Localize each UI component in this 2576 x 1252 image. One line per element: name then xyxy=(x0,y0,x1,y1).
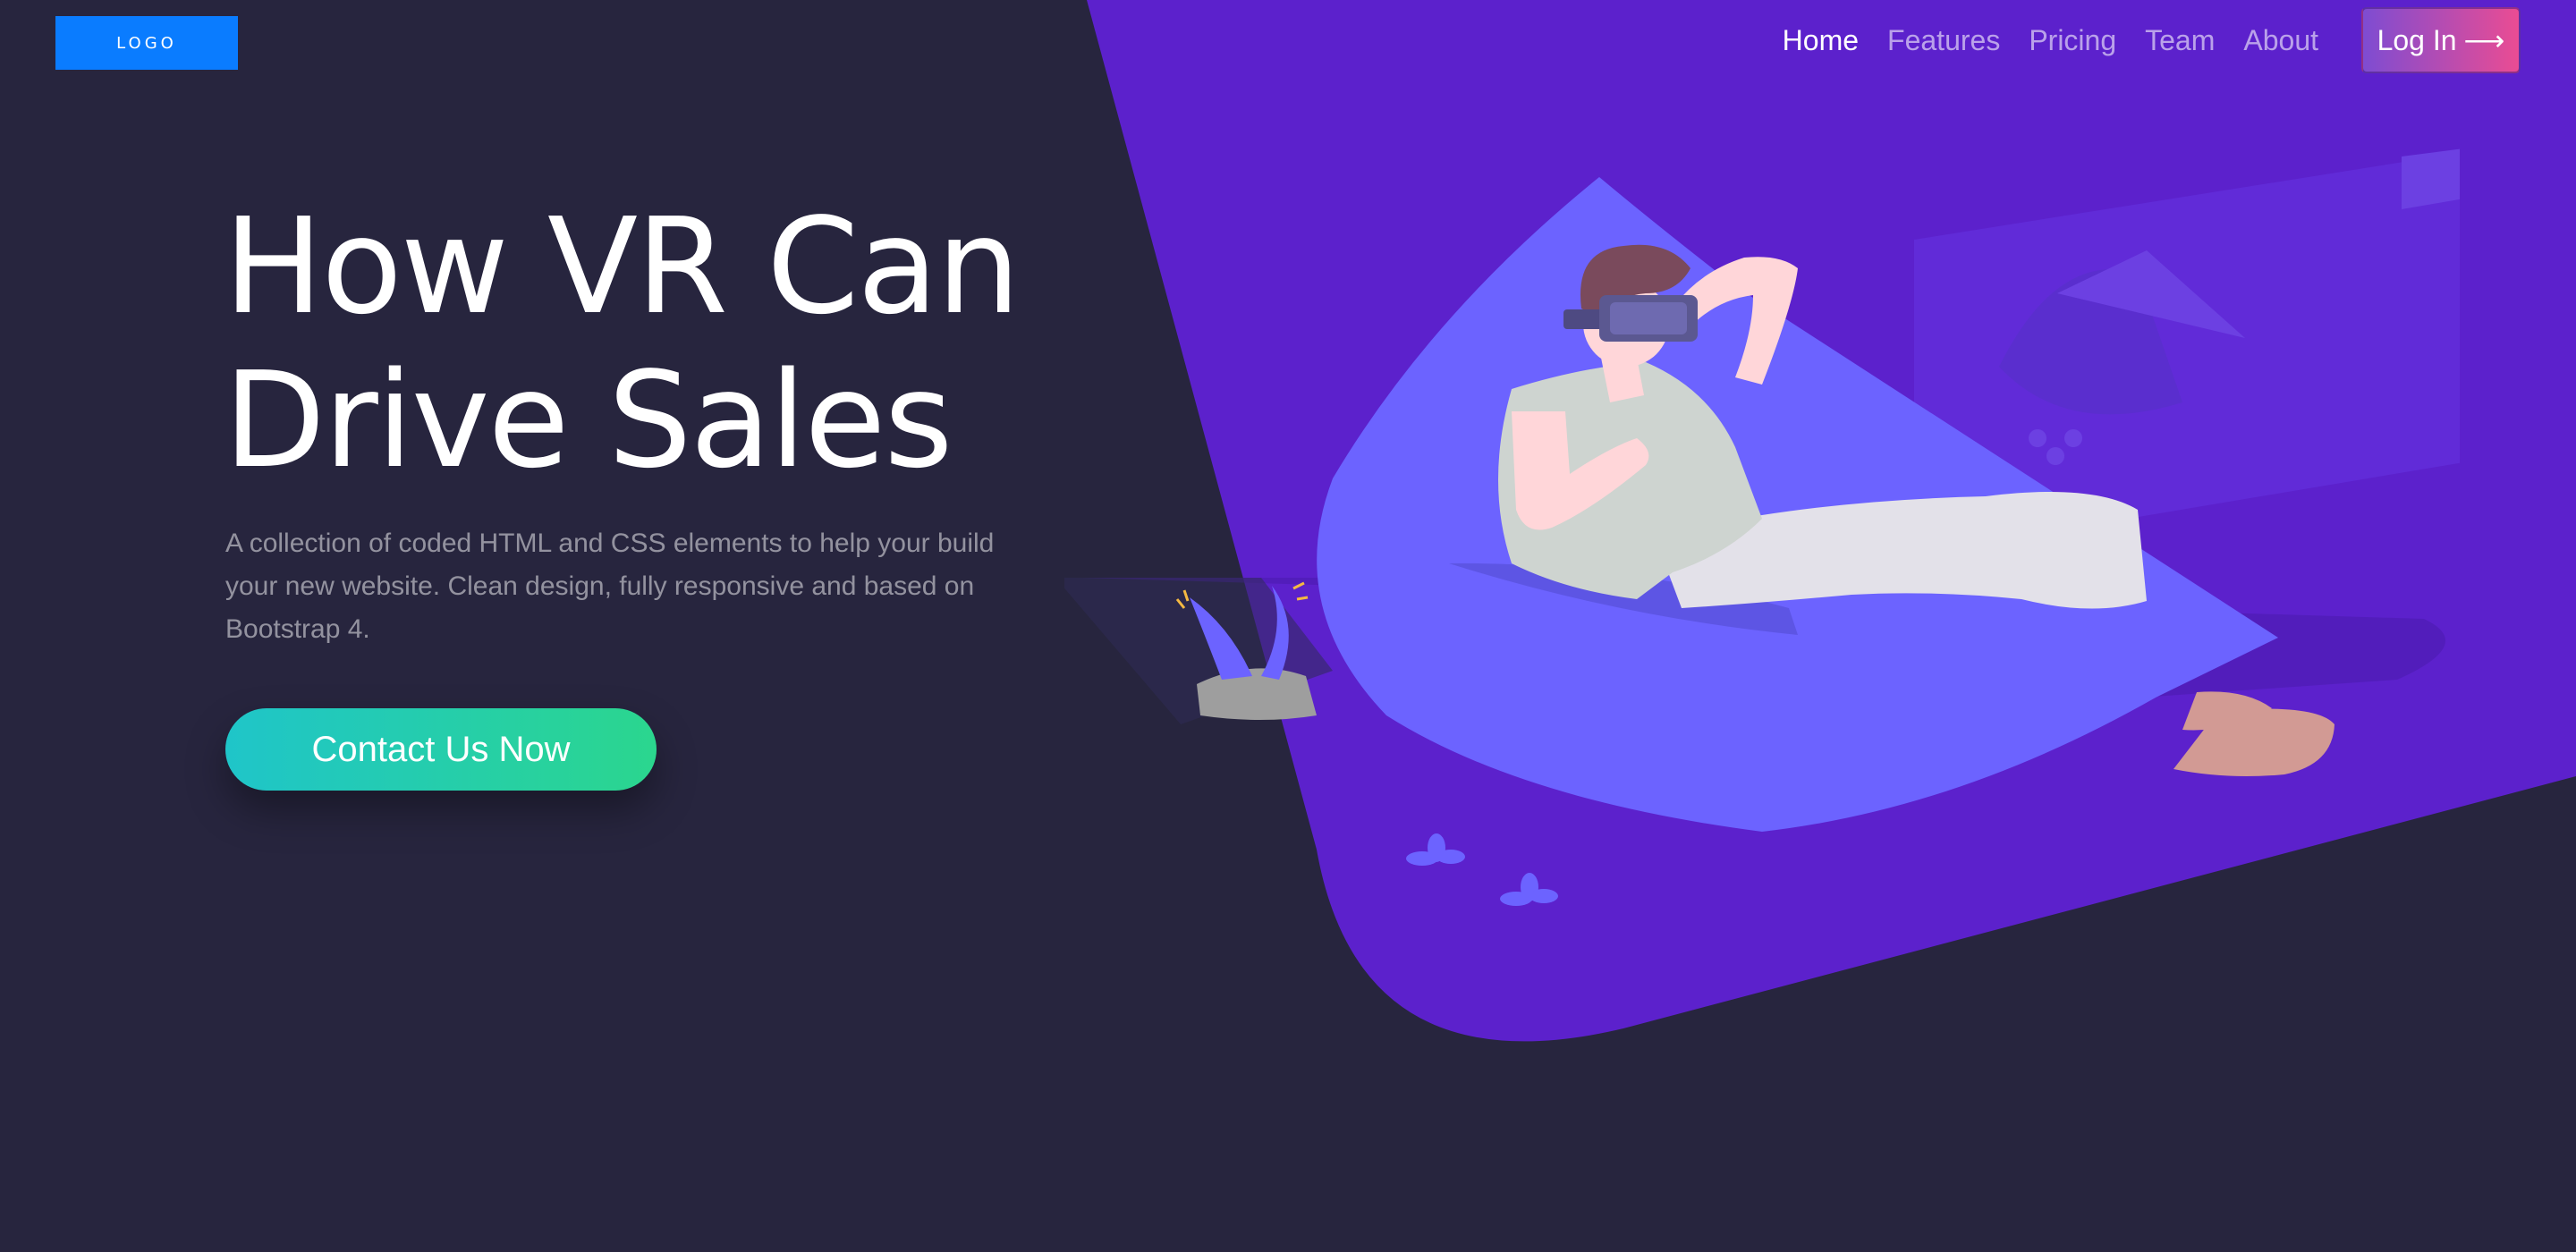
nav-pricing[interactable]: Pricing xyxy=(2029,24,2116,57)
contact-us-button[interactable]: Contact Us Now xyxy=(225,708,657,791)
nav-home[interactable]: Home xyxy=(1783,24,1859,57)
vr-person-illustration xyxy=(1064,148,2460,906)
hero-description: A collection of coded HTML and CSS eleme… xyxy=(225,529,995,644)
hero-title-line-1: How VR Can xyxy=(224,190,1021,343)
hero-title: How VR Can Drive Sales xyxy=(224,190,1021,497)
floor-leaf-icon xyxy=(1406,833,1558,906)
login-button-label: Log In xyxy=(2377,23,2457,56)
login-button[interactable]: Log In ⟶ xyxy=(2361,7,2521,73)
nav-about[interactable]: About xyxy=(2243,24,2318,57)
nav-features[interactable]: Features xyxy=(1887,24,2000,57)
logo[interactable]: LOGO xyxy=(55,16,238,70)
nav-team[interactable]: Team xyxy=(2145,24,2215,57)
main-navigation: Home Features Pricing Team About Log In … xyxy=(1754,0,2521,80)
arrow-right-icon: ⟶ xyxy=(2463,24,2505,56)
hero-title-line-2: Drive Sales xyxy=(224,343,953,497)
